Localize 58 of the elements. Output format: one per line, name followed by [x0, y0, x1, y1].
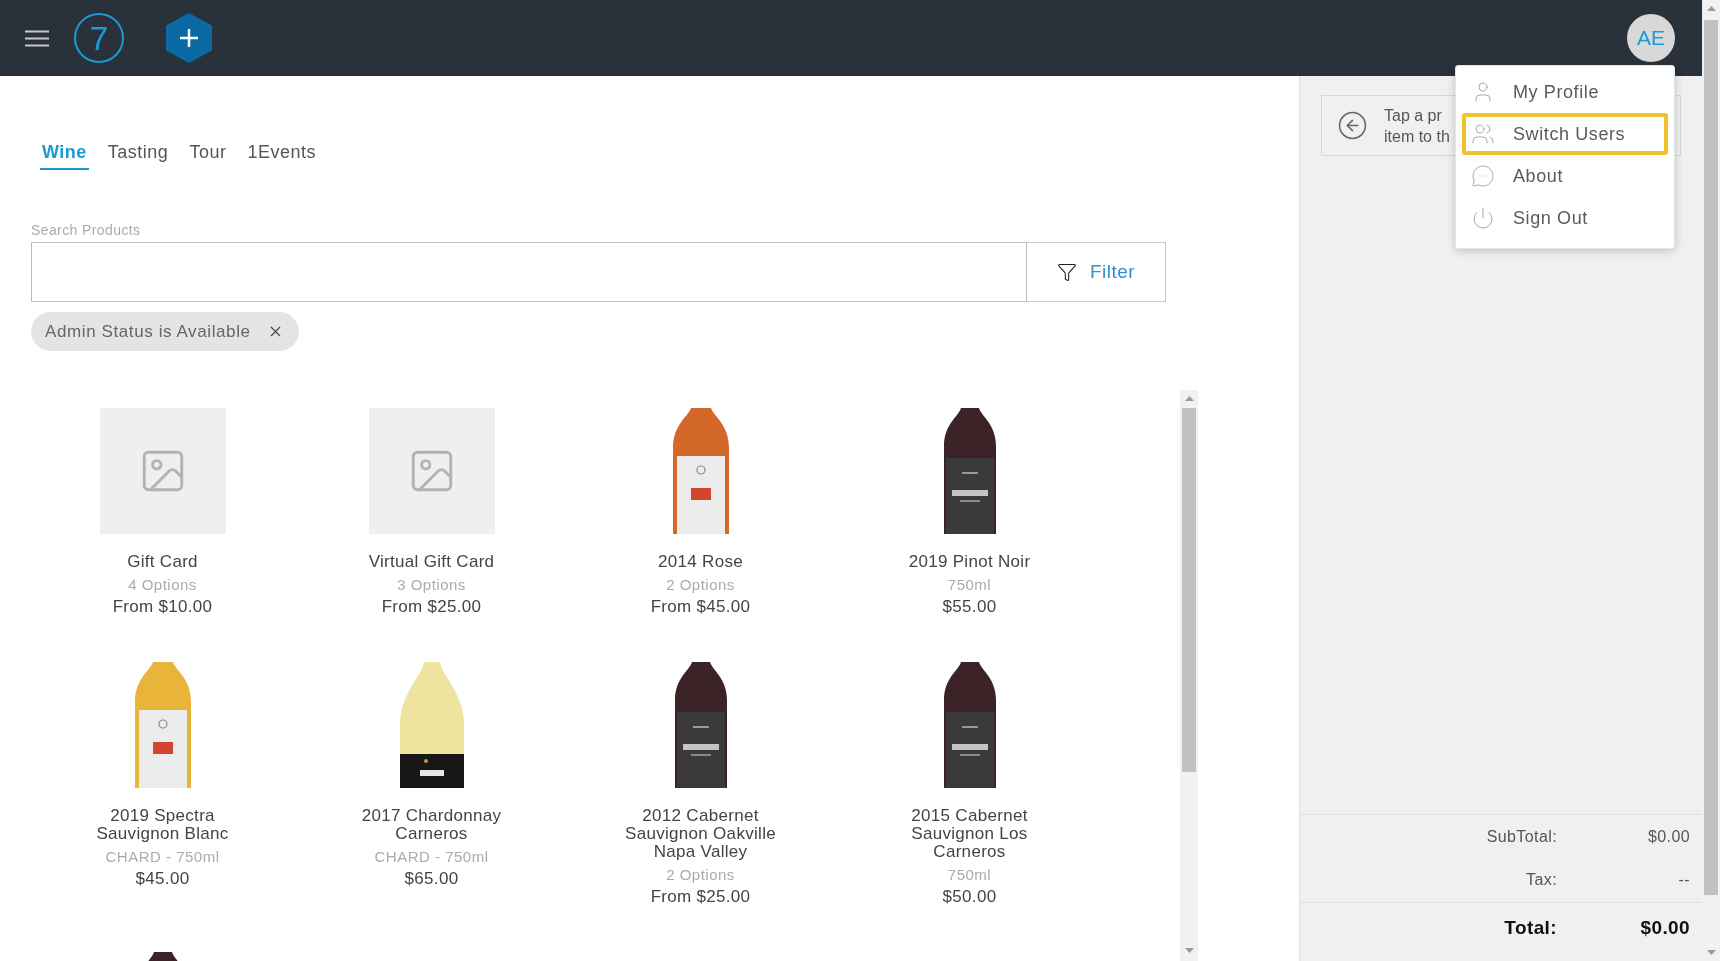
product-price: $45.00 [135, 868, 190, 890]
scroll-up-icon[interactable] [1184, 396, 1194, 401]
hint-text: Tap a pr item to th [1384, 105, 1450, 147]
tax-value: -- [1677, 870, 1690, 891]
subtotal-label: SubTotal: [1486, 826, 1557, 847]
product-subtitle: 750ml [947, 575, 992, 595]
menu-item[interactable]: My Profile [1462, 71, 1668, 113]
product-name: 2012 Cabernet Sauvignon Oakville Napa Valley [624, 807, 777, 861]
product-subtitle: CHARD - 750ml [105, 847, 220, 867]
total-label: Total: [1504, 915, 1557, 940]
arrow-left-circle-icon [1337, 110, 1368, 141]
filter-button[interactable]: Filter [1027, 242, 1166, 302]
menu-item[interactable]: About [1462, 155, 1668, 197]
subtotal-value: $0.00 [1646, 826, 1690, 847]
total-value: $0.00 [1639, 915, 1690, 940]
product-subtitle: 4 Options [128, 575, 197, 595]
scrollbar[interactable] [1702, 0, 1720, 961]
product-name: 2015 Cabernet Sauvignon Los Carneros [910, 807, 1029, 861]
hexagon-plus-icon[interactable] [166, 13, 212, 63]
product-price: $50.00 [942, 886, 997, 908]
product-name: 2019 Pinot Noir [907, 553, 1032, 571]
product-price: From $25.00 [650, 886, 751, 908]
scroll-down-icon[interactable] [1184, 948, 1194, 953]
menu-icon[interactable] [25, 29, 49, 47]
menu-item[interactable]: Switch Users [1462, 113, 1668, 155]
speech-bubble-icon [1471, 164, 1495, 188]
power-icon [1471, 206, 1495, 230]
scrollbar-thumb[interactable] [1704, 20, 1718, 895]
product-subtitle: 2 Options [666, 575, 735, 595]
product-subtitle: 750ml [947, 865, 992, 885]
filter-chip-label: Admin Status is Available [45, 320, 251, 343]
scroll-up-icon[interactable] [1706, 6, 1716, 11]
product-subtitle: CHARD - 750ml [374, 847, 489, 867]
tab[interactable]: Tour [187, 136, 229, 170]
scrollbar[interactable] [1180, 390, 1198, 961]
tax-label: Tax: [1526, 870, 1557, 891]
product-name: Gift Card [126, 553, 199, 571]
product-name: 2014 Rose [657, 553, 744, 571]
product-name: Virtual Gift Card [367, 553, 496, 571]
scroll-down-icon[interactable] [1706, 950, 1716, 955]
tab[interactable]: 1Events [245, 136, 318, 170]
search-field[interactable] [31, 242, 1027, 302]
product-price: $65.00 [404, 868, 459, 890]
field-label: Search Products [31, 222, 142, 238]
product-price: From $25.00 [381, 596, 482, 618]
filter-icon [1056, 262, 1077, 282]
product-name: 2017 Chardonnay Carneros [360, 807, 503, 843]
product-price: $55.00 [942, 596, 997, 618]
tab[interactable]: Tasting [105, 136, 171, 170]
menu-item[interactable]: Sign Out [1462, 197, 1668, 239]
product-price: From $45.00 [650, 596, 751, 618]
product-price: From $10.00 [112, 596, 213, 618]
logo: 7 [74, 13, 124, 63]
product-subtitle: 2 Options [666, 865, 735, 885]
product-name: 2019 Spectra Sauvignon Blanc [95, 807, 230, 843]
scrollbar-thumb[interactable] [1182, 408, 1196, 772]
users-icon [1471, 122, 1495, 146]
product-subtitle: 3 Options [397, 575, 466, 595]
